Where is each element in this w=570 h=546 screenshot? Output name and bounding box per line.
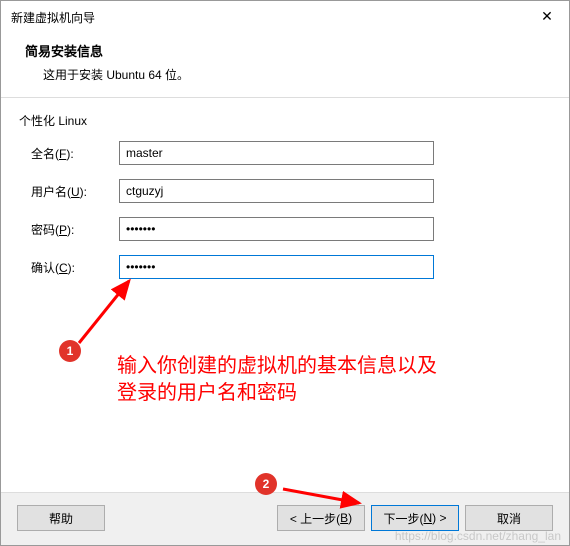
annotation-text-line2: 登录的用户名和密码 xyxy=(117,380,297,406)
next-button[interactable]: 下一步(N) > xyxy=(371,505,459,531)
password-input[interactable] xyxy=(119,217,434,241)
wizard-body: 个性化 Linux 全名(F): 用户名(U): 密码(P): 确认(C): xyxy=(1,98,569,492)
row-password: 密码(P): xyxy=(19,217,551,241)
row-username: 用户名(U): xyxy=(19,179,551,203)
label-fullname: 全名(F): xyxy=(19,145,119,162)
back-button[interactable]: < 上一步(B) xyxy=(277,505,365,531)
watermark: https://blog.csdn.net/zhang_lan xyxy=(395,529,561,543)
window-title: 新建虚拟机向导 xyxy=(11,9,95,26)
section-label: 个性化 Linux xyxy=(19,112,551,129)
annotation-arrow-1 xyxy=(71,273,151,353)
label-confirm: 确认(C): xyxy=(19,259,119,276)
row-fullname: 全名(F): xyxy=(19,141,551,165)
close-icon: ✕ xyxy=(541,8,553,25)
help-button[interactable]: 帮助 xyxy=(17,505,105,531)
close-button[interactable]: ✕ xyxy=(525,1,569,31)
header-subtitle: 这用于安装 Ubuntu 64 位。 xyxy=(25,66,545,83)
header-title: 简易安装信息 xyxy=(25,41,545,60)
annotation-text-line1: 输入你创建的虚拟机的基本信息以及 xyxy=(117,353,437,379)
confirm-input[interactable] xyxy=(119,255,434,279)
label-username: 用户名(U): xyxy=(19,183,119,200)
fullname-input[interactable] xyxy=(119,141,434,165)
cancel-button[interactable]: 取消 xyxy=(465,505,553,531)
wizard-dialog: 新建虚拟机向导 ✕ 简易安装信息 这用于安装 Ubuntu 64 位。 个性化 … xyxy=(0,0,570,546)
label-password: 密码(P): xyxy=(19,221,119,238)
wizard-header: 简易安装信息 这用于安装 Ubuntu 64 位。 xyxy=(1,33,569,98)
row-confirm: 确认(C): xyxy=(19,255,551,279)
username-input[interactable] xyxy=(119,179,434,203)
annotation-badge-1: 1 xyxy=(59,340,81,362)
titlebar: 新建虚拟机向导 ✕ xyxy=(1,1,569,33)
